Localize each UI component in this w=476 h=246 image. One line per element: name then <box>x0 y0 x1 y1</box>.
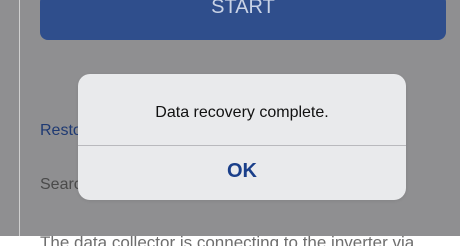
bottom-strip: The data collector is connecting to the … <box>0 236 476 246</box>
connection-info-text-continued: The data collector is connecting to the … <box>40 236 415 246</box>
start-button[interactable]: START <box>40 0 446 40</box>
dialog-message: Data recovery complete. <box>155 104 329 121</box>
alert-dialog: Data recovery complete. OK <box>78 74 406 200</box>
app-screen: START Restore Search The data collector … <box>0 0 460 236</box>
screen-edge <box>19 0 20 236</box>
ok-button[interactable]: OK <box>78 146 406 200</box>
